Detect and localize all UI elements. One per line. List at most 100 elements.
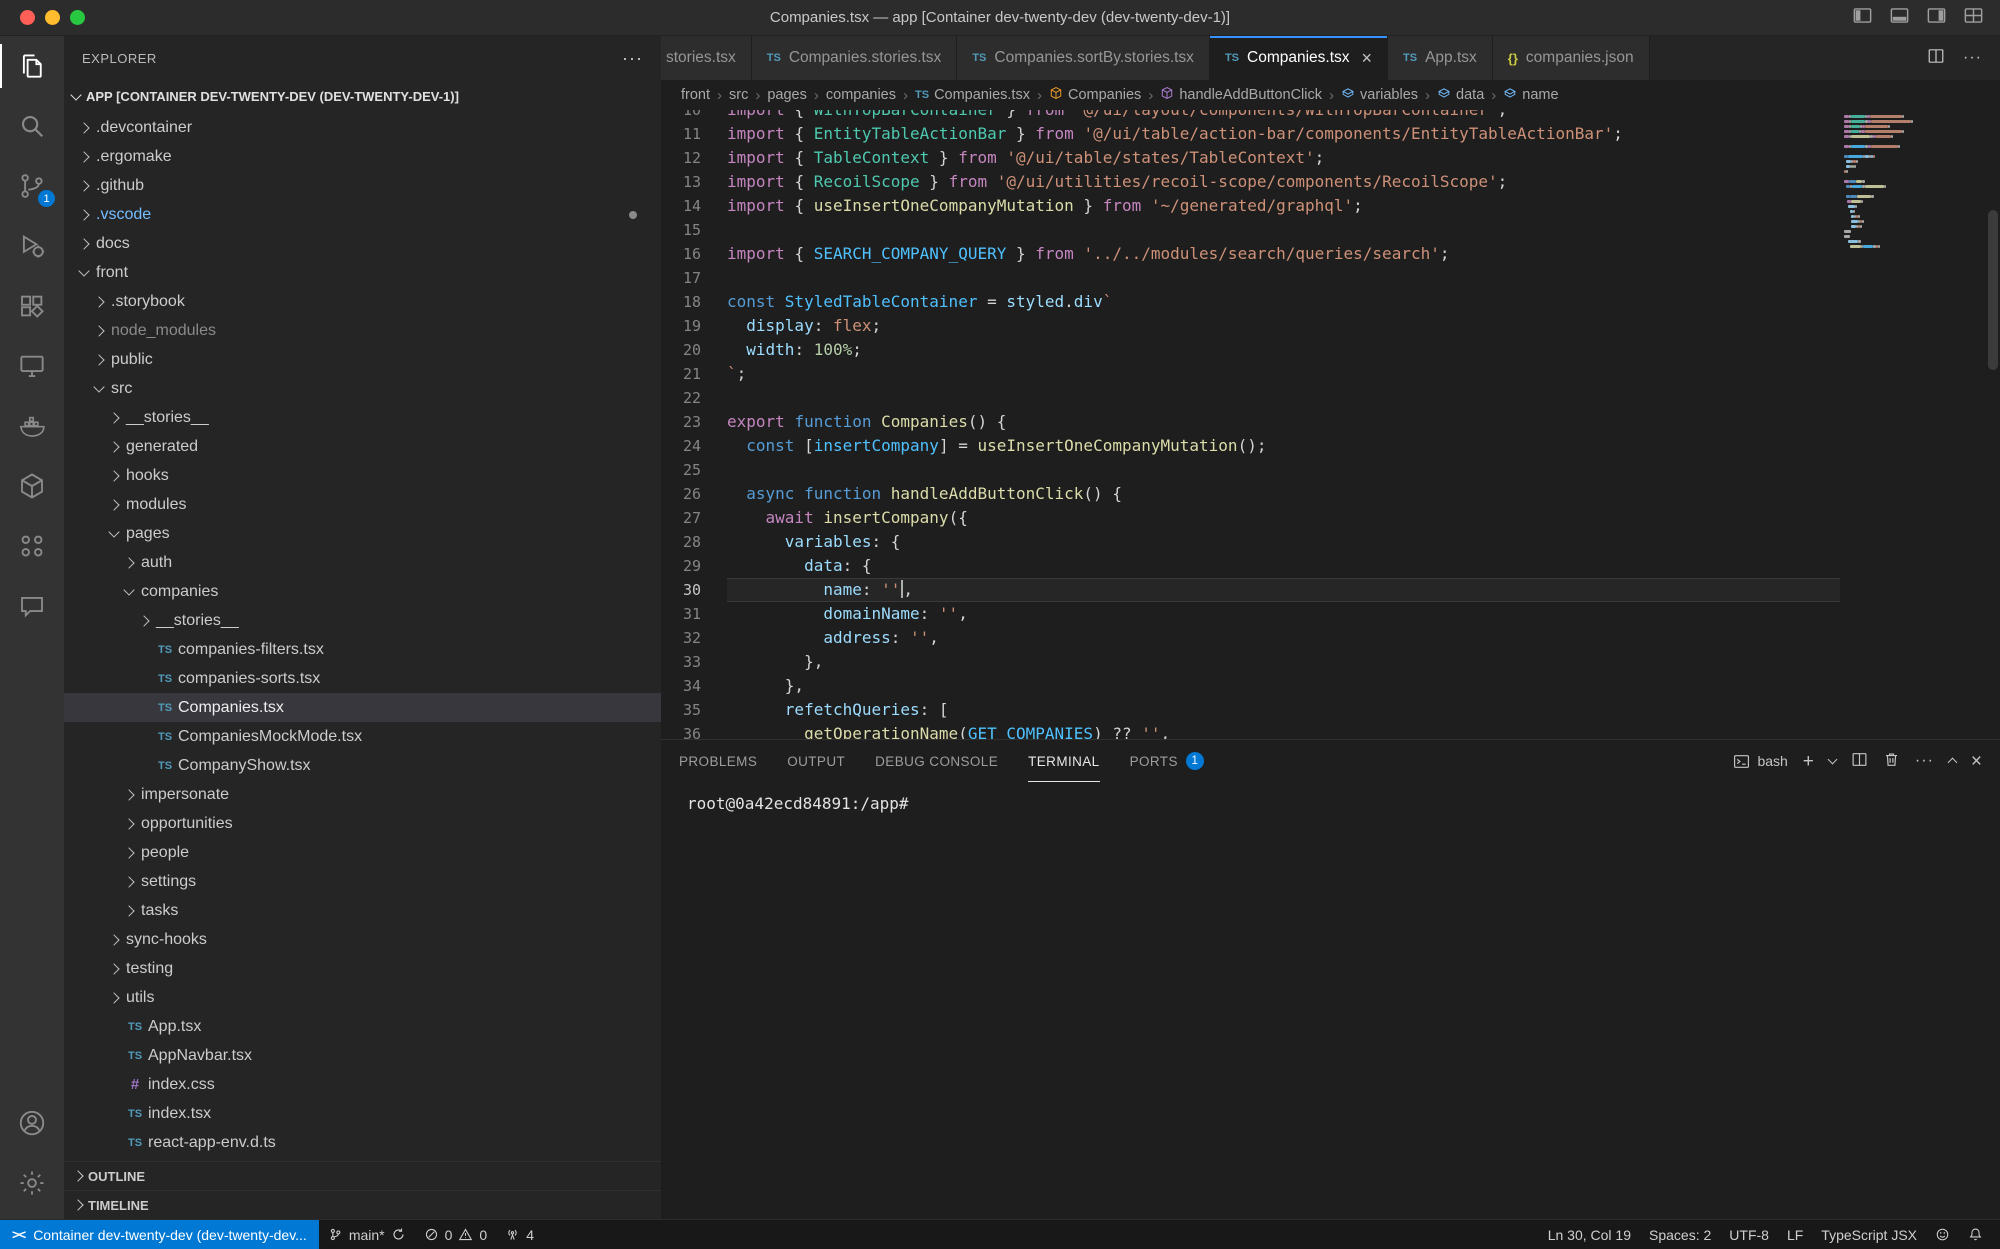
github-actions-icon[interactable] — [0, 516, 64, 576]
feedback-icon[interactable] — [1926, 1220, 1959, 1249]
code-line[interactable]: 19 display: flex; — [661, 314, 1840, 338]
tree-item-app-tsx[interactable]: TSApp.tsx — [64, 1012, 661, 1041]
code-line[interactable]: 15 — [661, 218, 1840, 242]
tree-item-storybook[interactable]: .storybook — [64, 287, 661, 316]
close-window-button[interactable] — [20, 10, 35, 25]
new-terminal-icon[interactable]: + — [1803, 752, 1814, 771]
code-line[interactable]: 27 await insertCompany({ — [661, 506, 1840, 530]
status-lf[interactable]: LF — [1778, 1220, 1812, 1249]
tree-item-pages[interactable]: pages — [64, 519, 661, 548]
tree-item-front[interactable]: front — [64, 258, 661, 287]
code-editor[interactable]: 10import { WithTopBarContainer } from '@… — [661, 110, 2000, 739]
status-typescript-jsx[interactable]: TypeScript JSX — [1812, 1220, 1926, 1249]
tree-item-companiesmockmode-tsx[interactable]: TSCompaniesMockMode.tsx — [64, 722, 661, 751]
tree-item-devcontainer[interactable]: .devcontainer — [64, 113, 661, 142]
tree-item-index-css[interactable]: #index.css — [64, 1070, 661, 1099]
project-section-header[interactable]: APP [CONTAINER DEV-TWENTY-DEV (DEV-TWENT… — [64, 80, 661, 113]
tree-item-people[interactable]: people — [64, 838, 661, 867]
customize-layout-icon[interactable] — [1963, 5, 1984, 31]
code-line[interactable]: 33 }, — [661, 650, 1840, 674]
views-more-actions-icon[interactable]: ··· — [622, 48, 643, 69]
code-line[interactable]: 25 — [661, 458, 1840, 482]
tree-item-appnavbar-tsx[interactable]: TSAppNavbar.tsx — [64, 1041, 661, 1070]
breadcrumb-item-companies-tsx[interactable]: TSCompanies.tsx — [915, 87, 1030, 103]
code-line[interactable]: 34 }, — [661, 674, 1840, 698]
code-line[interactable]: 30 name: '', — [661, 578, 1840, 602]
terminal-dropdown-icon[interactable] — [1827, 755, 1837, 765]
tree-item-hooks[interactable]: hooks — [64, 461, 661, 490]
tree-item-generated[interactable]: generated — [64, 432, 661, 461]
toggle-primary-sidebar-icon[interactable] — [1852, 5, 1873, 31]
toggle-secondary-sidebar-icon[interactable] — [1926, 5, 1947, 31]
tab-companies-tsx[interactable]: TSCompanies.tsx× — [1210, 36, 1388, 80]
code-line[interactable]: 28 variables: { — [661, 530, 1840, 554]
tree-item-opportunities[interactable]: opportunities — [64, 809, 661, 838]
docker-icon[interactable] — [0, 396, 64, 456]
breadcrumb-item-name[interactable]: name — [1503, 86, 1558, 104]
accounts-icon[interactable] — [0, 1093, 64, 1153]
tree-item-stories[interactable]: __stories__ — [64, 606, 661, 635]
more-actions-icon[interactable]: ··· — [1915, 752, 1934, 770]
code-line[interactable]: 20 width: 100%; — [661, 338, 1840, 362]
panel-tab-problems[interactable]: PROBLEMS — [679, 740, 757, 782]
tree-item-companies-filters-tsx[interactable]: TScompanies-filters.tsx — [64, 635, 661, 664]
section-outline[interactable]: OUTLINE — [64, 1161, 661, 1190]
tab-companies-stories-tsx[interactable]: TSCompanies.stories.tsx — [752, 36, 958, 80]
code-line[interactable]: 17 — [661, 266, 1840, 290]
tree-item-ergomake[interactable]: .ergomake — [64, 142, 661, 171]
breadcrumb-item-variables[interactable]: variables — [1341, 86, 1418, 104]
tree-item-testing[interactable]: testing — [64, 954, 661, 983]
ports-indicator[interactable]: 4 — [496, 1220, 543, 1249]
breadcrumb-item-front[interactable]: front — [681, 87, 710, 103]
tree-item-index-tsx[interactable]: TSindex.tsx — [64, 1099, 661, 1128]
code-line[interactable]: 35 refetchQueries: [ — [661, 698, 1840, 722]
panel-tab-terminal[interactable]: TERMINAL — [1028, 740, 1099, 782]
breadcrumb-item-src[interactable]: src — [729, 87, 748, 103]
tree-item-auth[interactable]: auth — [64, 548, 661, 577]
panel-tab-ports[interactable]: PORTS1 — [1130, 740, 1204, 782]
section-timeline[interactable]: TIMELINE — [64, 1190, 661, 1219]
branch-indicator[interactable]: main* — [319, 1220, 415, 1249]
breadcrumb-item-pages[interactable]: pages — [767, 87, 807, 103]
code-line[interactable]: 23export function Companies() { — [661, 410, 1840, 434]
tab-app-tsx[interactable]: TSApp.tsx — [1388, 36, 1493, 80]
tree-item-stories[interactable]: __stories__ — [64, 403, 661, 432]
close-panel-icon[interactable]: × — [1971, 752, 1982, 771]
split-terminal-icon[interactable] — [1851, 751, 1868, 771]
terminal-output[interactable]: root@0a42ecd84891:/app# — [661, 782, 2000, 1219]
tree-item-companies-tsx[interactable]: TSCompanies.tsx — [64, 693, 661, 722]
settings-icon[interactable] — [0, 1153, 64, 1213]
kill-terminal-icon[interactable] — [1883, 751, 1900, 771]
zoom-window-button[interactable] — [70, 10, 85, 25]
remote-indicator[interactable]: >< Container dev-twenty-dev (dev-twenty-… — [0, 1220, 319, 1249]
tree-item-github[interactable]: .github — [64, 171, 661, 200]
notifications-icon[interactable] — [1959, 1220, 1992, 1249]
code-line[interactable]: 36 getOperationName(GET_COMPANIES) ?? ''… — [661, 722, 1840, 739]
tree-item-src[interactable]: src — [64, 374, 661, 403]
code-line[interactable]: 12import { TableContext } from '@/ui/tab… — [661, 146, 1840, 170]
run-and-debug-icon[interactable] — [0, 216, 64, 276]
tree-item-tasks[interactable]: tasks — [64, 896, 661, 925]
explorer-icon[interactable] — [0, 36, 64, 96]
minimap[interactable] — [1844, 114, 1984, 249]
code-line[interactable]: 29 data: { — [661, 554, 1840, 578]
tab-stories-tsx[interactable]: stories.tsx — [661, 36, 752, 80]
tree-item-node-modules[interactable]: node_modules — [64, 316, 661, 345]
code-line[interactable]: 26 async function handleAddButtonClick()… — [661, 482, 1840, 506]
toggle-panel-icon[interactable] — [1889, 5, 1910, 31]
more-actions-icon[interactable]: ··· — [1963, 49, 1982, 67]
dev-containers-icon[interactable] — [0, 456, 64, 516]
editor-scrollbar-thumb[interactable] — [1988, 210, 1998, 370]
tree-item-vscode[interactable]: .vscode — [64, 200, 661, 229]
panel-tab-output[interactable]: OUTPUT — [787, 740, 845, 782]
tree-item-modules[interactable]: modules — [64, 490, 661, 519]
code-line[interactable]: 24 const [insertCompany] = useInsertOneC… — [661, 434, 1840, 458]
tree-item-impersonate[interactable]: impersonate — [64, 780, 661, 809]
breadcrumb-item-data[interactable]: data — [1437, 86, 1484, 104]
problems-indicator[interactable]: 0 0 — [415, 1220, 497, 1249]
search-icon[interactable] — [0, 96, 64, 156]
code-line[interactable]: 31 domainName: '', — [661, 602, 1840, 626]
extensions-icon[interactable] — [0, 276, 64, 336]
code-line[interactable]: 32 address: '', — [661, 626, 1840, 650]
status-spaces[interactable]: Spaces: 2 — [1640, 1220, 1720, 1249]
